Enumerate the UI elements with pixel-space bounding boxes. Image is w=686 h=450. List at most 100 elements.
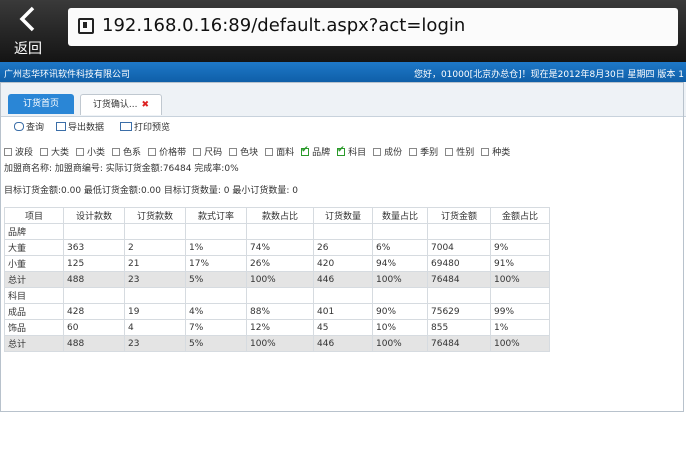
checkbox-icon[interactable] (445, 148, 454, 156)
filter-checkbox-8[interactable]: 品牌 (301, 145, 330, 158)
checkbox-icon[interactable] (4, 148, 12, 156)
close-icon[interactable]: ✖ (142, 100, 150, 110)
column-header[interactable]: 设计款数 (63, 207, 125, 224)
total-row: 总计 488 23 5% 100% 446 100% 76484 100% (4, 271, 550, 288)
filter-checkbox-6[interactable]: 色块 (229, 145, 258, 158)
checkbox-icon[interactable] (265, 148, 274, 156)
column-header[interactable]: 订货金额 (427, 207, 491, 224)
column-header[interactable]: 数量占比 (372, 207, 428, 224)
table-cell: 90% (372, 303, 428, 320)
filter-checkbox-12[interactable]: 性别 (445, 145, 474, 158)
table-cell: 19 (124, 303, 186, 320)
table-row: 小董 125 21 17% 26% 420 94% 69480 91% (4, 255, 550, 272)
filter-checkbox-4[interactable]: 价格带 (148, 145, 186, 158)
url-text[interactable]: 192.168.0.16:89/default.aspx?act=login (102, 15, 465, 36)
group-row: 科目 (4, 287, 550, 304)
table-cell: 总计 (4, 271, 64, 288)
user-info: 您好，01000[北京办总仓]！现在是2012年8月30日 星期四 版本 1 (413, 70, 684, 80)
filter-checkbox-13[interactable]: 种类 (481, 145, 510, 158)
column-header[interactable]: 项目 (4, 207, 64, 224)
checkbox-icon[interactable] (76, 148, 85, 156)
table-cell: 100% (372, 335, 428, 352)
filter-checkbox-7[interactable]: 面料 (265, 145, 294, 158)
table-cell (185, 223, 247, 240)
checkbox-icon[interactable] (112, 148, 121, 156)
print-preview-button[interactable]: 打印预览 (120, 120, 170, 133)
column-header[interactable]: 订货数量 (313, 207, 373, 224)
table-cell: 76484 (427, 271, 491, 288)
filter-label: 尺码 (204, 148, 223, 158)
table-cell (185, 287, 247, 304)
filter-checkbox-10[interactable]: 成份 (373, 145, 402, 158)
print-label: 打印预览 (134, 123, 171, 133)
table-row: 大董 363 2 1% 74% 26 6% 7004 9% (4, 239, 550, 256)
checkbox-icon[interactable] (193, 148, 202, 156)
table-cell: 6% (372, 239, 428, 256)
query-button[interactable]: 查询 (14, 120, 44, 133)
table-cell: 69480 (427, 255, 491, 272)
filter-checkbox-5[interactable]: 尺码 (193, 145, 222, 158)
table-cell: 5% (185, 271, 247, 288)
table-cell: 100% (490, 335, 550, 352)
table-cell (372, 223, 428, 240)
table-cell (490, 223, 550, 240)
binoculars-icon (14, 122, 24, 131)
column-header[interactable]: 款式订率 (185, 207, 247, 224)
table-cell: 74% (246, 239, 314, 256)
filter-label: 季别 (420, 148, 439, 158)
table-cell (372, 287, 428, 304)
column-header[interactable]: 订货款数 (124, 207, 186, 224)
table-cell: 科目 (4, 287, 64, 304)
export-button[interactable]: 导出数据 (56, 120, 104, 133)
checkbox-icon[interactable] (337, 145, 346, 156)
checkbox-icon[interactable] (229, 148, 238, 156)
filter-checkbox-2[interactable]: 小类 (76, 145, 105, 158)
table-cell (427, 287, 491, 304)
table-cell: 5% (185, 335, 247, 352)
back-button[interactable]: 返回 (0, 0, 56, 62)
checkbox-icon[interactable] (301, 145, 310, 156)
table-cell (246, 223, 314, 240)
column-header[interactable]: 金额占比 (490, 207, 550, 224)
filter-checkbox-9[interactable]: 科目 (337, 145, 366, 158)
chevron-left-icon (19, 6, 35, 32)
filter-label: 科目 (348, 148, 367, 158)
filter-checkbox-11[interactable]: 季别 (409, 145, 438, 158)
table-cell: 446 (313, 335, 373, 352)
table-cell (490, 287, 550, 304)
table-cell: 94% (372, 255, 428, 272)
filter-checkbox-3[interactable]: 色系 (112, 145, 141, 158)
toolbar: 查询 导出数据 打印预览 (0, 117, 686, 135)
filter-label: 小类 (87, 148, 106, 158)
filter-checkbox-1[interactable]: 大类 (40, 145, 69, 158)
table-cell: 363 (63, 239, 125, 256)
table-cell: 88% (246, 303, 314, 320)
table-cell: 76484 (427, 335, 491, 352)
table-header-row: 项目 设计款数 订货款数 款式订率 款数占比 订货数量 数量占比 订货金额 金额占比 (4, 207, 550, 224)
table-cell: 4% (185, 303, 247, 320)
table-cell: 45 (313, 319, 373, 336)
franchise-summary: 加盟商名称: 加盟商编号: 实际订货金额:76484 完成率:0% (4, 164, 239, 174)
address-bar[interactable]: 192.168.0.16:89/default.aspx?act=login (68, 8, 678, 46)
order-confirm-table: 项目 设计款数 订货款数 款式订率 款数占比 订货数量 数量占比 订货金额 金额占比 品牌 大董 3… (4, 207, 550, 352)
filter-checkbox-0[interactable]: 波段 (4, 145, 33, 158)
filter-label: 性别 (456, 148, 475, 158)
table-cell: 1% (185, 239, 247, 256)
checkbox-icon[interactable] (373, 148, 382, 156)
table-cell: 100% (490, 271, 550, 288)
tab-order-confirm[interactable]: 订货确认... ✖ (80, 94, 162, 115)
tab-home[interactable]: 订货首页 (8, 94, 74, 114)
table-cell (313, 287, 373, 304)
checkbox-icon[interactable] (409, 148, 418, 156)
checkbox-icon[interactable] (148, 148, 157, 156)
table-cell: 23 (124, 271, 186, 288)
table-cell: 10% (372, 319, 428, 336)
table-cell (427, 223, 491, 240)
checkbox-icon[interactable] (40, 148, 49, 156)
table-cell: 17% (185, 255, 247, 272)
filter-checkbox-row: 波段 大类 小类 色系 价格带 尺码 色块 面料 品牌 科目 成份 季别 性别 种类 (4, 145, 517, 159)
column-header[interactable]: 款数占比 (246, 207, 314, 224)
table-cell: 饰品 (4, 319, 64, 336)
checkbox-icon[interactable] (481, 148, 490, 156)
table-cell (246, 287, 314, 304)
